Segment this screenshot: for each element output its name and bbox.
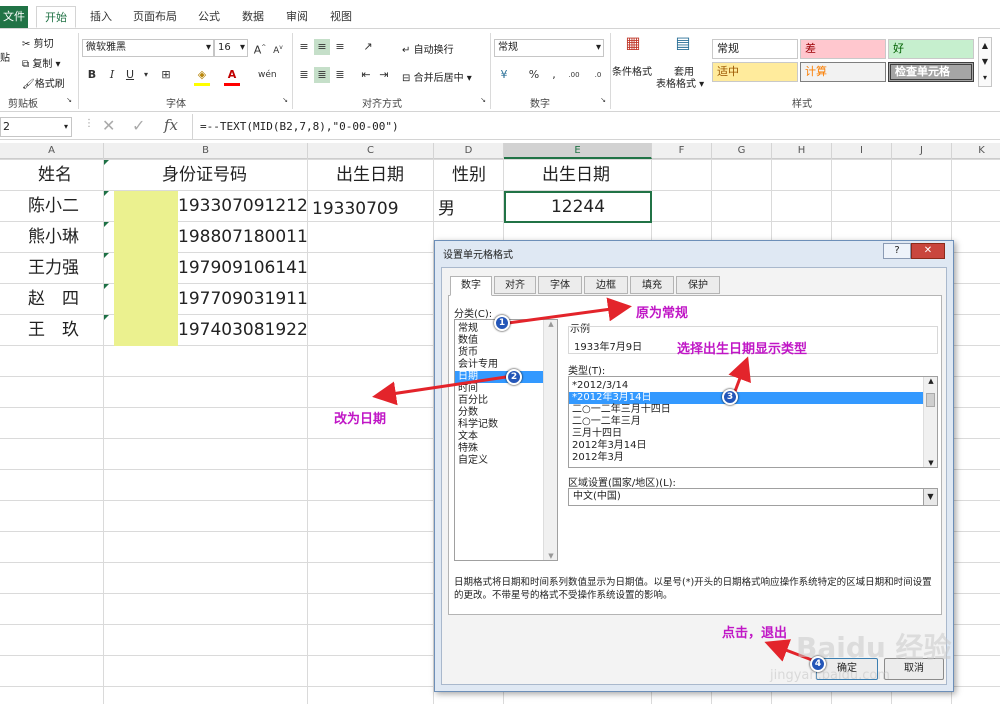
annotation-arrows (372, 297, 813, 662)
tab-number[interactable]: 数字 (450, 276, 492, 296)
annotation-choose-type: 选择出生日期显示类型 (677, 342, 808, 357)
annotation-click-exit: 点击，退出 (722, 626, 788, 641)
annotation-originally-general: 原为常规 (636, 306, 689, 321)
step-marker-2: 2 (506, 369, 522, 385)
watermark-logo: Baidu 经验 (796, 631, 952, 664)
step-marker-1: 1 (494, 315, 510, 331)
watermark-url: jingyan.baidu.com (770, 668, 890, 683)
annotation-change-to-date: 改为日期 (334, 412, 387, 427)
step-marker-3: 3 (722, 389, 738, 405)
